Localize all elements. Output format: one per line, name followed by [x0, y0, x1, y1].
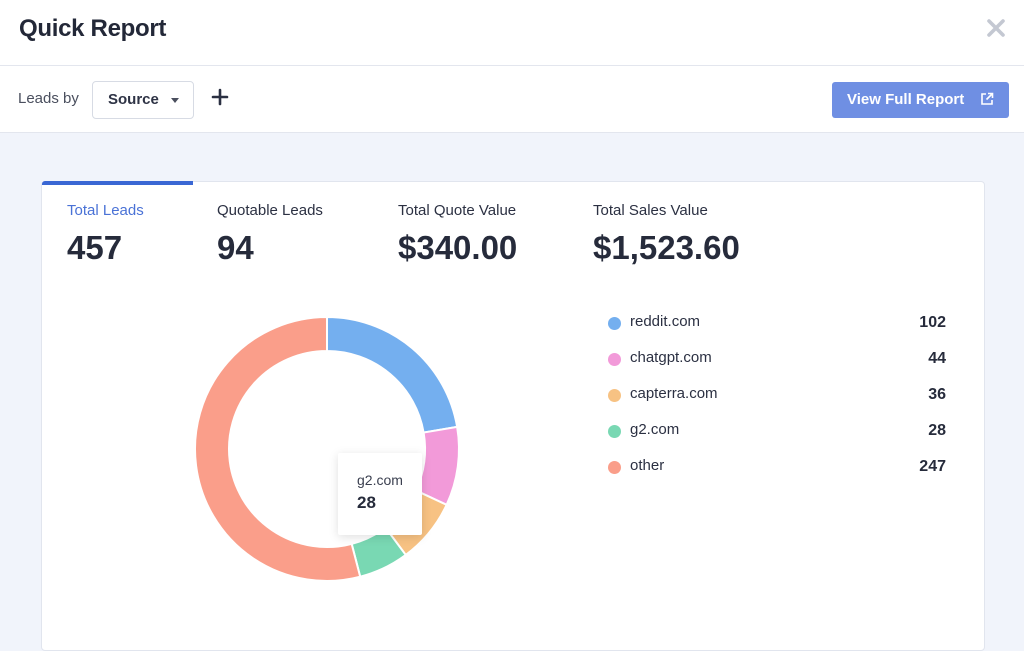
- add-filter-button[interactable]: [209, 86, 231, 108]
- stat-value: 94: [217, 229, 254, 266]
- legend-color-dot: [608, 389, 621, 402]
- legend-count: 44: [928, 350, 946, 367]
- tooltip-value: 28: [357, 493, 376, 512]
- caret-down-icon: [171, 98, 179, 103]
- legend-count: 102: [919, 314, 946, 331]
- close-icon: [987, 19, 1005, 37]
- chart-legend: reddit.com 102 chatgpt.com 44 capterra.com 36…: [608, 312, 946, 492]
- legend-color-dot: [608, 461, 621, 474]
- close-button[interactable]: [984, 16, 1008, 40]
- stat-total-quote-value[interactable]: Total Quote Value $340.00: [398, 202, 517, 267]
- chart-tooltip: g2.com 28: [338, 453, 422, 535]
- stat-total-sales-value[interactable]: Total Sales Value $1,523.60: [593, 202, 740, 267]
- legend-color-dot: [608, 317, 621, 330]
- modal-header: Quick Report: [0, 0, 1024, 66]
- stat-total-leads[interactable]: Total Leads 457: [67, 202, 144, 267]
- legend-label: g2.com: [630, 421, 680, 438]
- legend-item[interactable]: other 247: [608, 456, 946, 492]
- legend-color-dot: [608, 425, 621, 438]
- stat-value: 457: [67, 229, 123, 266]
- page-title: Quick Report: [19, 15, 167, 42]
- legend-item[interactable]: chatgpt.com 44: [608, 348, 946, 384]
- active-tab-indicator: [42, 181, 193, 185]
- legend-label: capterra.com: [630, 385, 718, 402]
- legend-item[interactable]: capterra.com 36: [608, 384, 946, 420]
- legend-item[interactable]: g2.com 28: [608, 420, 946, 456]
- legend-label: chatgpt.com: [630, 349, 712, 366]
- legend-label: other: [630, 457, 665, 474]
- legend-count: 28: [928, 422, 946, 439]
- stat-value: $340.00: [398, 229, 518, 266]
- legend-color-dot: [608, 353, 621, 366]
- donut-slice-other[interactable]: [194, 315, 362, 582]
- plus-icon: [211, 88, 229, 106]
- legend-count: 247: [919, 458, 946, 475]
- stat-label: Total Sales Value: [593, 202, 708, 219]
- leads-by-label: Leads by: [18, 90, 79, 107]
- view-full-report-button[interactable]: View Full Report: [832, 82, 1009, 118]
- view-full-report-label: View Full Report: [847, 91, 965, 108]
- report-toolbar: Leads by Source View Full Report: [0, 66, 1024, 133]
- stat-label: Total Quote Value: [398, 202, 517, 219]
- stat-label: Quotable Leads: [217, 202, 323, 219]
- report-card: Total Leads 457 Quotable Leads 94 Total …: [41, 181, 985, 651]
- tooltip-label: g2.com: [357, 472, 403, 488]
- stat-quotable-leads[interactable]: Quotable Leads 94: [217, 202, 323, 267]
- legend-count: 36: [928, 386, 946, 403]
- external-link-icon: [981, 92, 994, 105]
- group-by-selected-value: Source: [108, 91, 159, 108]
- stat-value: $1,523.60: [593, 229, 740, 266]
- legend-item[interactable]: reddit.com 102: [608, 312, 946, 348]
- stat-label: Total Leads: [67, 202, 144, 219]
- group-by-select[interactable]: Source: [92, 81, 194, 119]
- legend-label: reddit.com: [630, 313, 701, 330]
- donut-slice-reddit-com[interactable]: [326, 315, 459, 434]
- donut-chart[interactable]: [192, 314, 462, 584]
